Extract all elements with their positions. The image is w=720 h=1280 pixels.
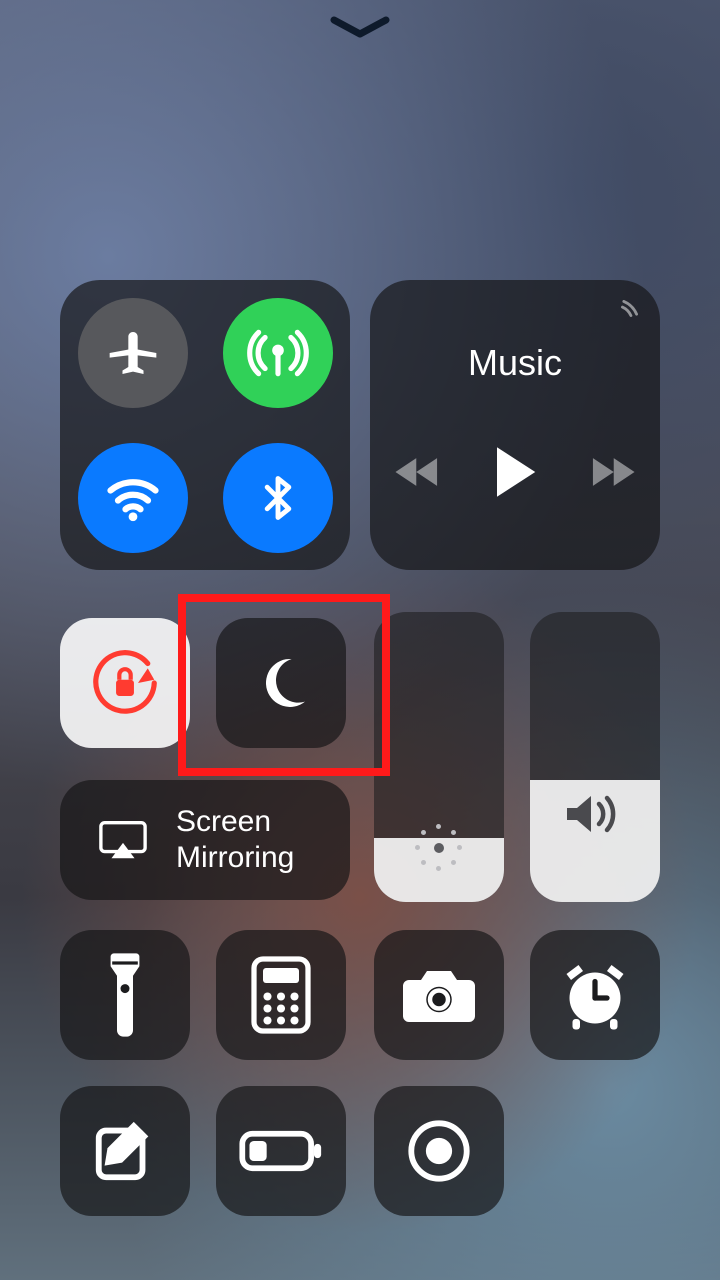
battery-icon bbox=[238, 1129, 324, 1173]
brightness-slider[interactable] bbox=[374, 612, 504, 902]
moon-icon bbox=[249, 651, 313, 715]
airplane-icon bbox=[105, 325, 161, 381]
screen-mirroring-button[interactable]: Screen Mirroring bbox=[60, 780, 350, 900]
notes-button[interactable] bbox=[60, 1086, 190, 1216]
antenna-icon bbox=[247, 322, 309, 384]
rotation-lock-icon bbox=[86, 644, 164, 722]
media-panel[interactable]: Music bbox=[370, 280, 660, 570]
media-title: Music bbox=[370, 342, 660, 384]
volume-slider[interactable] bbox=[530, 612, 660, 902]
forward-icon bbox=[586, 451, 638, 493]
rewind-icon bbox=[392, 451, 444, 493]
bluetooth-toggle[interactable] bbox=[223, 443, 333, 553]
alarm-button[interactable] bbox=[530, 930, 660, 1060]
cellular-data-toggle[interactable] bbox=[223, 298, 333, 408]
screen-mirroring-label: Screen Mirroring bbox=[176, 804, 294, 876]
dismiss-handle[interactable] bbox=[328, 14, 392, 42]
airplay-audio-icon bbox=[604, 300, 638, 334]
calculator-button[interactable] bbox=[216, 930, 346, 1060]
alarm-icon bbox=[557, 959, 633, 1031]
control-center: Music bbox=[0, 0, 720, 1280]
speaker-icon bbox=[530, 790, 660, 838]
control-center-background: Music bbox=[0, 0, 720, 1280]
wifi-icon bbox=[103, 468, 163, 528]
screen-mirror-icon bbox=[98, 819, 148, 861]
flashlight-icon bbox=[101, 953, 149, 1037]
media-play-button[interactable] bbox=[490, 445, 540, 499]
wifi-toggle[interactable] bbox=[78, 443, 188, 553]
connectivity-panel[interactable] bbox=[60, 280, 350, 570]
sun-icon bbox=[374, 824, 504, 872]
play-icon bbox=[490, 445, 540, 499]
media-previous-button[interactable] bbox=[392, 451, 444, 493]
do-not-disturb-toggle[interactable] bbox=[216, 618, 346, 748]
screen-record-button[interactable] bbox=[374, 1086, 504, 1216]
calculator-icon bbox=[250, 956, 312, 1034]
media-controls bbox=[370, 445, 660, 499]
flashlight-button[interactable] bbox=[60, 930, 190, 1060]
camera-icon bbox=[400, 965, 478, 1025]
compose-icon bbox=[90, 1116, 160, 1186]
low-power-mode-button[interactable] bbox=[216, 1086, 346, 1216]
bluetooth-icon bbox=[252, 472, 304, 524]
rotation-lock-toggle[interactable] bbox=[60, 618, 190, 748]
airplane-mode-toggle[interactable] bbox=[78, 298, 188, 408]
chevron-down-icon bbox=[328, 14, 392, 42]
media-next-button[interactable] bbox=[586, 451, 638, 493]
camera-button[interactable] bbox=[374, 930, 504, 1060]
record-icon bbox=[404, 1116, 474, 1186]
